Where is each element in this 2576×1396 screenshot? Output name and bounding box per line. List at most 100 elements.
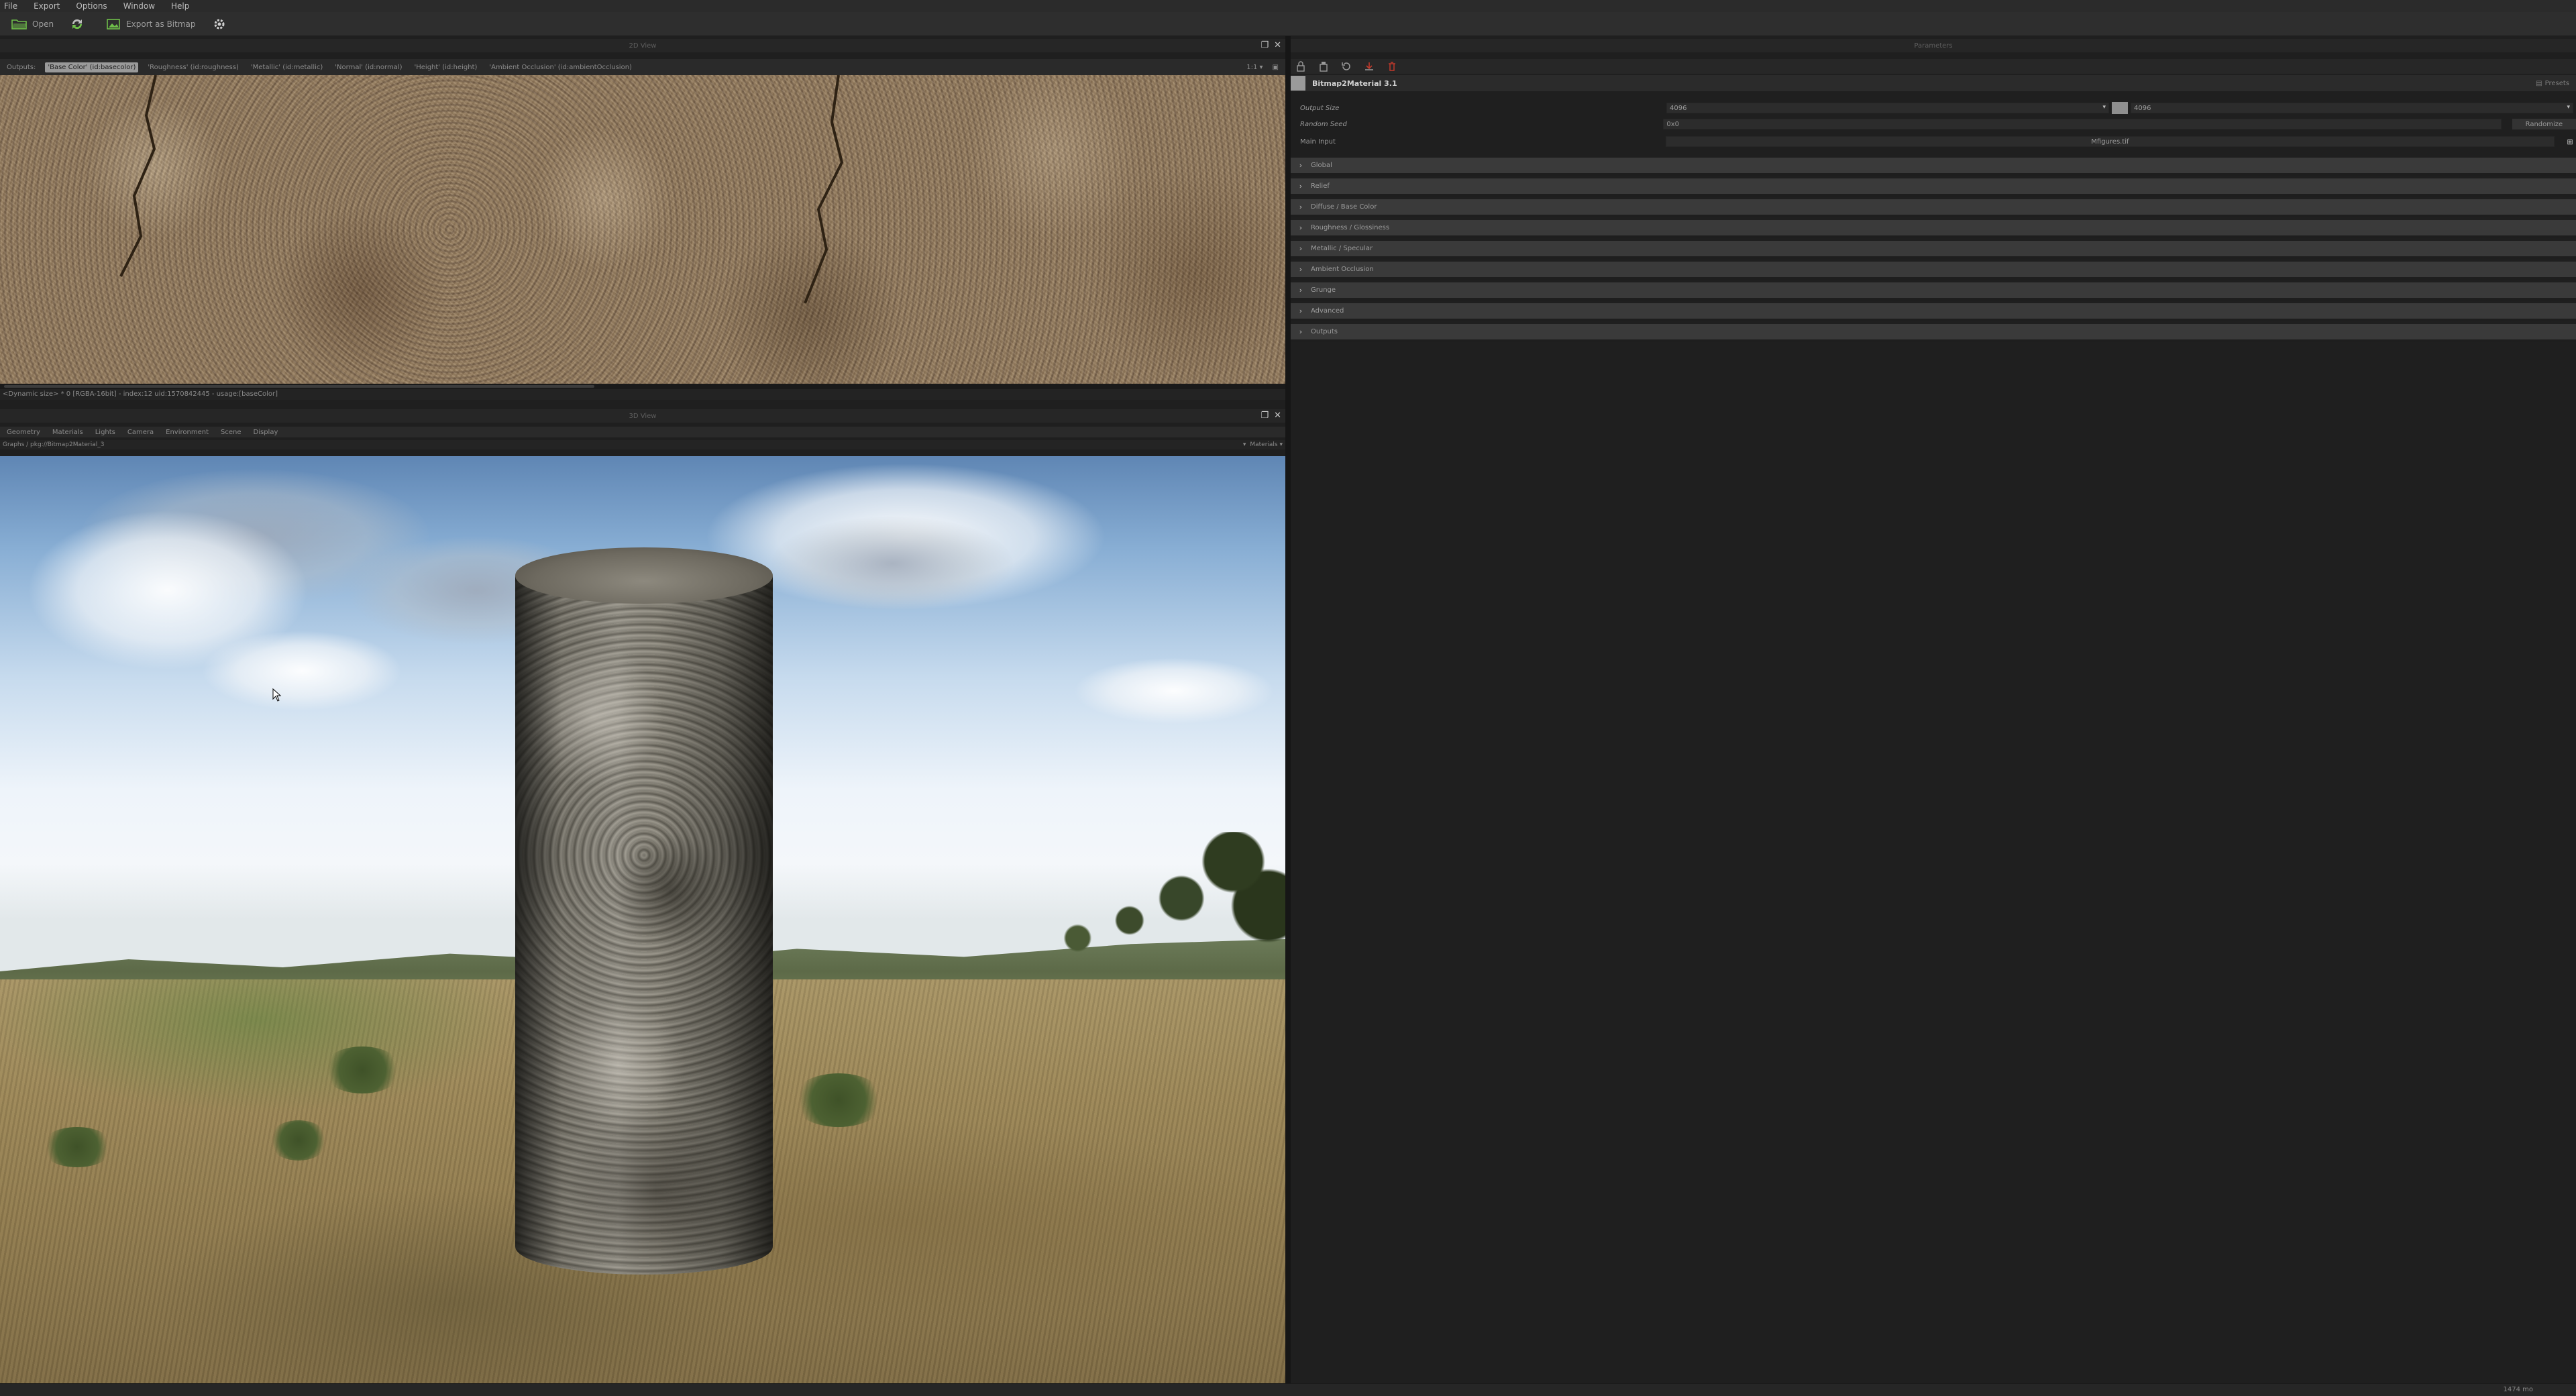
output-size-label: Output Size [1300,104,1340,112]
export-bitmap-label: Export as Bitmap [126,19,196,29]
delete-icon[interactable] [1386,60,1398,72]
2d-status-text: <Dynamic size> * 0 [RGBA-16bit] - index:… [0,389,1285,400]
open-label: Open [32,19,54,29]
view-options-icon[interactable]: ▣ [1273,64,1279,71]
menu-materials[interactable]: Materials [52,429,83,436]
tree-line [939,832,1285,979]
float-icon[interactable]: ❐ [1260,40,1269,50]
chevron-right-icon: › [1299,182,1303,191]
chevron-down-icon: ▾ [2567,104,2570,111]
3d-view-title: 3D View [629,412,657,420]
tab-roughness[interactable]: 'Roughness' (id:roughness) [145,62,241,72]
main-input-field[interactable]: Mfigures.tif [1665,136,2555,147]
randomize-button[interactable]: Randomize [2512,119,2576,129]
status-bar: 1474 mo [0,1383,2576,1396]
random-seed-label: Random Seed [1300,120,1347,128]
menu-file[interactable]: File [4,1,17,11]
section-grunge[interactable]: › Grunge [1291,282,2576,301]
output-size-height-select[interactable]: 4096 ▾ [2131,103,2573,113]
gear-icon [211,17,228,32]
tab-ambient-occlusion[interactable]: 'Ambient Occlusion' (id:ambientOcclusion… [486,62,635,72]
tab-metallic[interactable]: 'Metallic' (id:metallic) [248,62,325,72]
random-seed-field[interactable]: 0x0 [1663,119,2502,129]
main-input-label: Main Input [1300,138,1336,146]
panel-splitter[interactable] [1285,36,1291,1383]
export-bitmap-button[interactable]: Export as Bitmap [105,17,196,32]
chevron-right-icon: › [1299,244,1303,253]
memory-usage: 1474 mo [2503,1386,2534,1393]
parameters-title: Parameters [1914,42,1953,50]
2d-output-tabs: Outputs: 'Base Color' (id:basecolor) 'Ro… [0,59,1285,75]
menu-window[interactable]: Window [123,1,155,11]
graph-name: Bitmap2Material 3.1 [1312,78,1397,88]
mouse-cursor-icon [272,688,282,702]
menu-export[interactable]: Export [34,1,60,11]
section-roughness-glossiness[interactable]: › Roughness / Glossiness [1291,220,2576,238]
parameters-titlebar[interactable]: Parameters [1291,39,2576,52]
section-diffuse-base-color[interactable]: › Diffuse / Base Color [1291,199,2576,217]
close-icon[interactable]: ✕ [1274,411,1281,421]
graph-path-bar: Graphs / pkg://Bitmap2Material_3 ▾ Mater… [0,440,1285,449]
float-icon[interactable]: ❐ [1260,411,1269,421]
menu-camera[interactable]: Camera [127,429,154,436]
import-icon[interactable] [1363,60,1375,72]
chevron-right-icon: › [1299,203,1303,211]
chevron-down-icon: ▾ [2102,104,2106,111]
random-seed-value: 0x0 [1666,120,1680,128]
menu-help[interactable]: Help [171,1,189,11]
main-input-row: Main Input Mfigures.tif ⊞ [1291,134,2576,149]
menu-geometry[interactable]: Geometry [7,429,40,436]
menu-lights[interactable]: Lights [95,429,115,436]
lock-icon[interactable] [1295,60,1307,72]
open-button[interactable]: Open [11,17,54,32]
materials-dropdown[interactable]: Materials ▾ [1250,441,1283,448]
section-ambient-occlusion[interactable]: › Ambient Occlusion [1291,262,2576,280]
settings-button[interactable] [211,17,232,32]
zoom-value: 1:1 [1246,63,1258,71]
preview-cylinder-mesh[interactable] [515,547,773,1303]
menu-environment[interactable]: Environment [166,429,209,436]
menu-options[interactable]: Options [76,1,107,11]
output-size-row: Output Size 4096 ▾ 4096 ▾ [1291,101,2576,115]
section-metallic-specular[interactable]: › Metallic / Specular [1291,241,2576,259]
section-advanced[interactable]: › Advanced [1291,303,2576,321]
2d-view-title: 2D View [629,42,657,50]
tab-normal[interactable]: 'Normal' (id:normal) [332,62,405,72]
chevron-right-icon: › [1299,223,1303,232]
section-relief[interactable]: › Relief [1291,178,2576,197]
reset-icon[interactable] [1340,60,1352,72]
save-preset-icon[interactable] [1318,60,1330,72]
menu-display[interactable]: Display [254,429,278,436]
chevron-right-icon: › [1299,265,1303,274]
reload-icon [68,17,86,32]
export-image-icon [105,17,122,32]
section-global[interactable]: › Global [1291,158,2576,176]
2d-view-titlebar[interactable]: 2D View ❐ ✕ [0,39,1285,52]
parameters-toolbar [1291,59,2576,74]
texture-preview[interactable] [0,75,1285,384]
close-icon[interactable]: ✕ [1274,40,1281,50]
texture-cracks [119,75,844,304]
graph-header: Bitmap2Material 3.1 ▤ Presets [1291,75,2576,91]
3d-view-titlebar[interactable]: 3D View ❐ ✕ [0,409,1285,423]
output-size-height-value: 4096 [2134,104,2151,112]
3d-viewport[interactable] [0,456,1285,1383]
grid-icon[interactable]: ⊞ [2564,136,2576,148]
zoom-select[interactable]: 1:1 ▾ [1246,64,1263,71]
tab-basecolor[interactable]: 'Base Color' (id:basecolor) [45,62,139,72]
tab-height[interactable]: 'Height' (id:height) [412,62,480,72]
output-size-width-value: 4096 [1670,104,1687,112]
menu-scene[interactable]: Scene [221,429,241,436]
main-input-value: Mfigures.tif [2091,138,2129,146]
random-seed-row: Random Seed 0x0 Randomize [1291,117,2576,131]
graph-dropdown-icon[interactable]: ▾ [1243,441,1246,448]
aspect-lock-toggle[interactable] [2112,102,2128,114]
2d-horizontal-scrollbar[interactable] [0,384,1285,389]
graph-thumbnail [1291,76,1305,91]
section-outputs[interactable]: › Outputs [1291,324,2576,342]
reload-button[interactable] [68,17,90,32]
presets-icon: ▤ [2536,79,2542,87]
menu-bar: File Export Options Window Help [0,0,2576,12]
presets-button[interactable]: ▤ Presets [2536,80,2576,87]
output-size-width-select[interactable]: 4096 ▾ [1666,103,2109,113]
